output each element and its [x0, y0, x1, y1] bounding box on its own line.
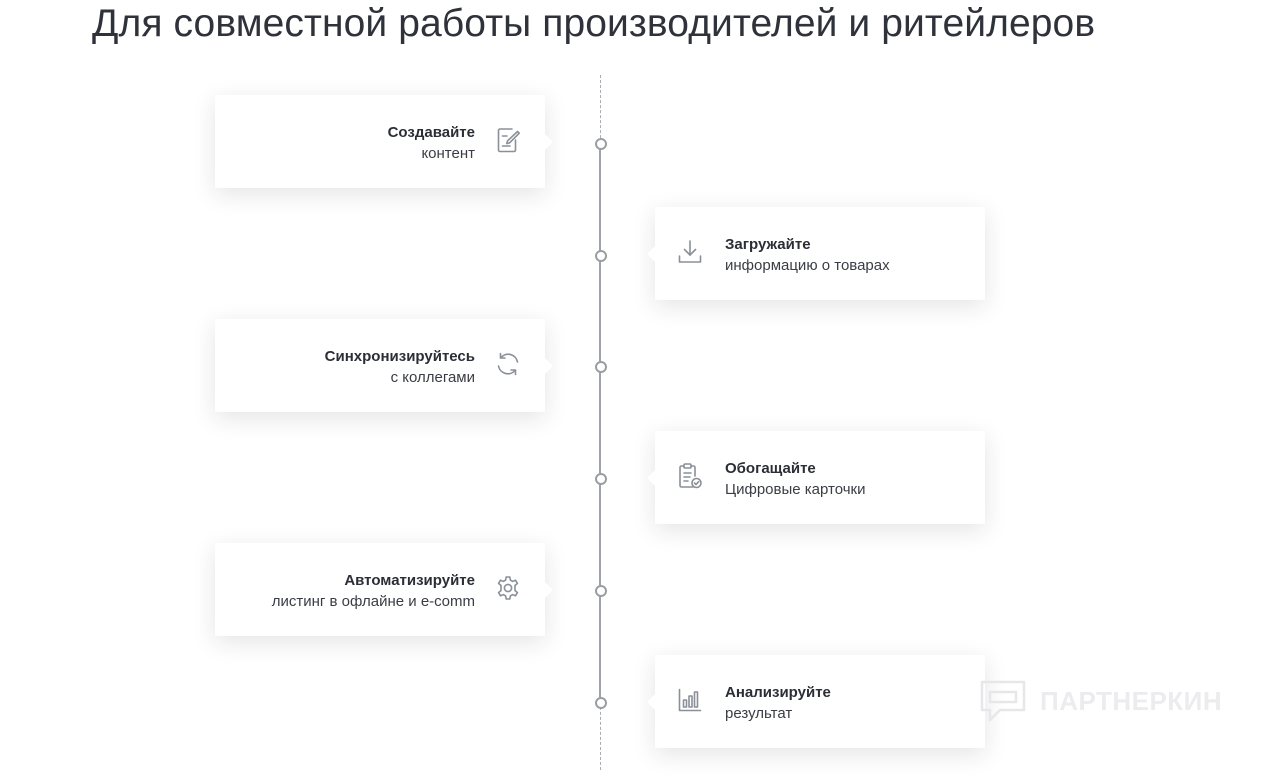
step-title: Автоматизируйте	[344, 572, 475, 589]
watermark-text: ПАРТНЕРКИН	[1040, 686, 1223, 716]
timeline-node	[595, 585, 607, 597]
step-subtitle: Цифровые карточки	[725, 481, 866, 498]
sync-icon	[493, 349, 523, 379]
chat-bubble-icon	[978, 676, 1028, 726]
step-subtitle: контент	[421, 145, 475, 162]
step-text: Анализируйте результат	[725, 682, 831, 724]
step-subtitle: с коллегами	[390, 369, 475, 386]
timeline-node	[595, 138, 607, 150]
gear-icon	[493, 573, 523, 603]
step-title: Анализируйте	[725, 684, 831, 701]
step-subtitle: информацию о товарах	[725, 257, 890, 274]
step-card-automate: Автоматизируйте листинг в офлайне и e-co…	[215, 543, 553, 636]
download-icon	[675, 237, 705, 267]
page: Для совместной работы производителей и р…	[0, 0, 1283, 784]
watermark: ПАРТНЕРКИН	[978, 676, 1238, 726]
step-card-analyze: Анализируйте результат	[647, 655, 985, 748]
step-card-sync: Синхронизируйтесь с коллегами	[215, 319, 553, 412]
timeline-node	[595, 250, 607, 262]
timeline-node	[595, 697, 607, 709]
step-subtitle: листинг в офлайне и e-comm	[271, 593, 475, 610]
step-text: Загружайте информацию о товарах	[725, 234, 890, 276]
step-title: Создавайте	[387, 124, 475, 141]
step-title: Загружайте	[725, 236, 811, 253]
clipboard-check-icon	[675, 461, 705, 491]
edit-document-icon	[493, 125, 523, 155]
step-text: Синхронизируйтесь с коллегами	[325, 346, 475, 388]
bar-chart-icon	[675, 685, 705, 715]
step-text: Создавайте контент	[388, 122, 475, 164]
step-card-upload: Загружайте информацию о товарах	[647, 207, 985, 300]
step-card-create: Создавайте контент	[215, 95, 553, 188]
step-card-enrich: Обогащайте Цифровые карточки	[647, 431, 985, 524]
step-title: Обогащайте	[725, 460, 816, 477]
step-text: Обогащайте Цифровые карточки	[725, 458, 865, 500]
step-title: Синхронизируйтесь	[324, 348, 475, 365]
timeline-line	[599, 143, 601, 703]
step-subtitle: результат	[725, 705, 793, 722]
step-text: Автоматизируйте листинг в офлайне и e-co…	[272, 570, 475, 612]
timeline-node	[595, 361, 607, 373]
timeline-node	[595, 473, 607, 485]
page-title: Для совместной работы производителей и р…	[92, 2, 1096, 45]
